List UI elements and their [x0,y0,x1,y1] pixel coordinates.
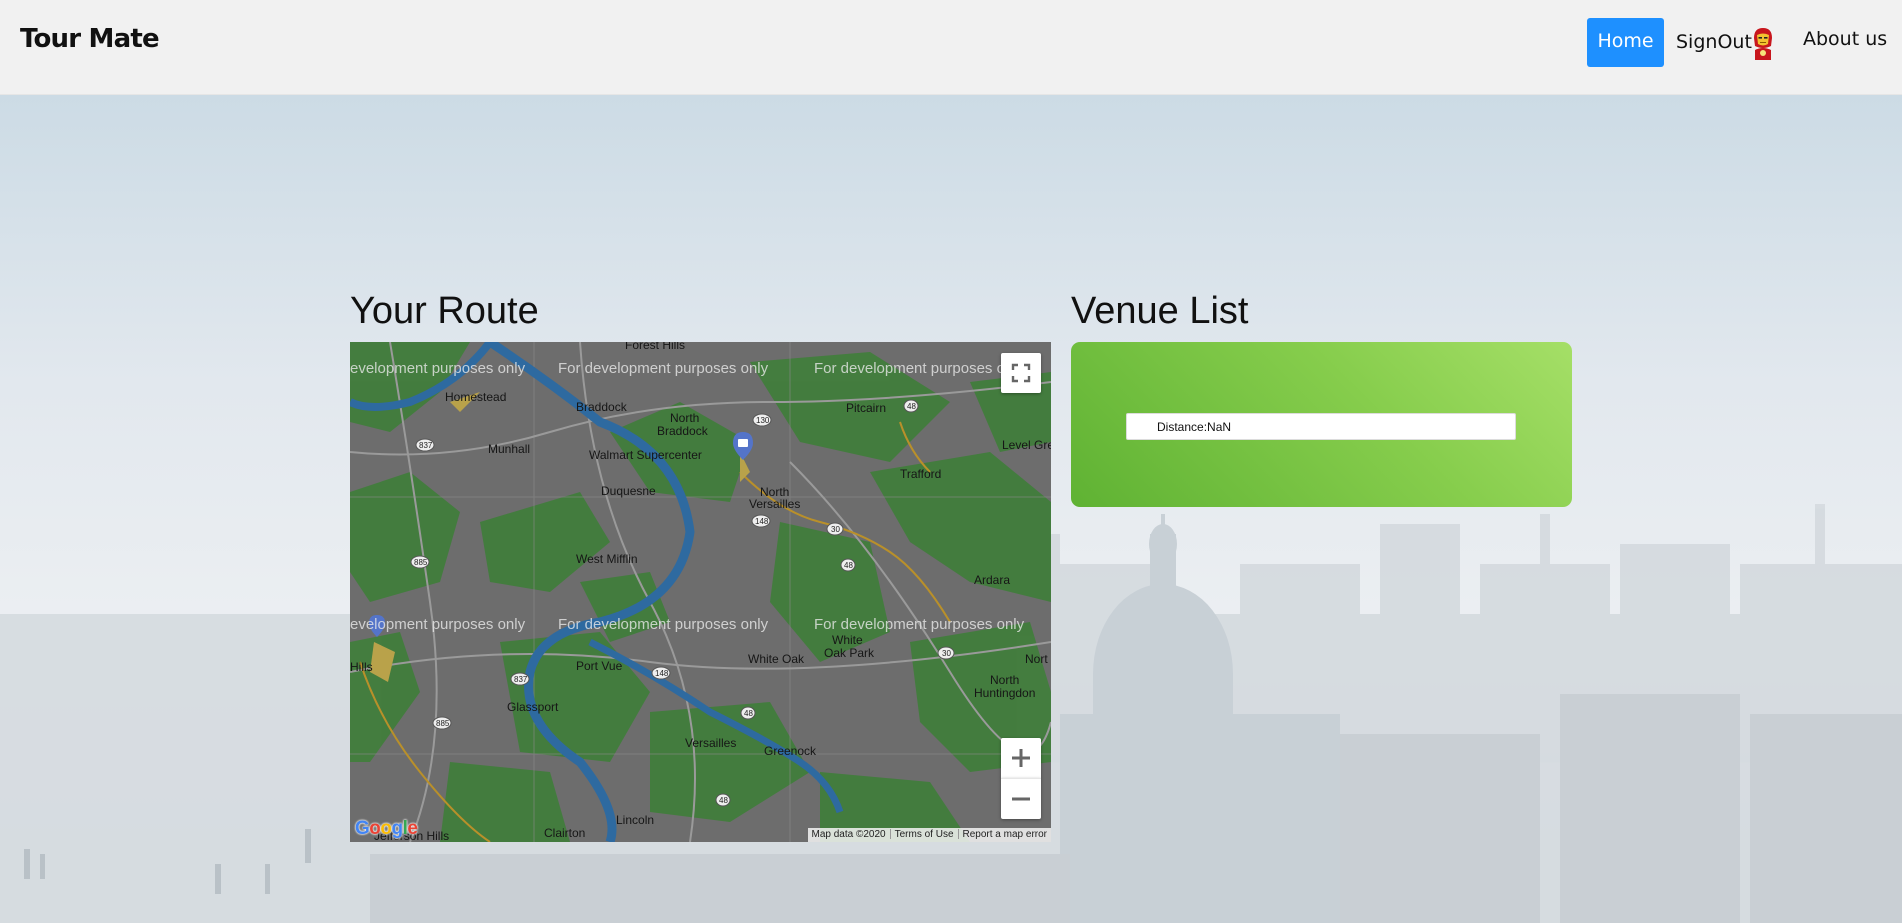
map-label-forest-hills: Forest Hills [625,342,686,352]
map-label-trafford: Trafford [900,467,942,481]
map-label-versailles: Versailles [685,736,737,750]
route-heading: Your Route [350,290,539,332]
svg-text:885: 885 [414,558,428,567]
svg-text:837: 837 [419,441,433,450]
svg-text:48: 48 [719,796,728,805]
map-watermark: evelopment purposes only [350,616,526,633]
map-label-walmart: Walmart Supercenter [589,448,702,462]
map-label-ardara: Ardara [974,573,1011,587]
nav-about-link[interactable]: About us [1803,28,1887,50]
map-label-glassport: Glassport [507,700,559,714]
map-zoom-in-button[interactable] [1001,738,1041,778]
map-label-lincoln: Lincoln [616,813,655,827]
map-label-north-huntingdon-2: Huntingdon [974,686,1036,700]
map-label-greenock: Greenock [764,744,817,758]
google-logo[interactable]: Google [355,818,418,840]
map-label-west-mifflin: West Mifflin [576,552,638,566]
svg-text:30: 30 [831,525,840,534]
map-terrain: 837 130 48 148 30 885 48 837 148 48 30 8… [350,342,1051,842]
fullscreen-icon [1011,363,1031,383]
svg-text:48: 48 [907,402,916,411]
map-watermark: For development purposes only [558,616,769,633]
map-label-north-braddock-1: North [670,411,700,425]
map-label-north-braddock-2: Braddock [657,424,708,438]
venue-heading: Venue List [1071,290,1249,332]
map-watermark: For development purposes o [814,360,1005,377]
minus-icon [1012,797,1030,801]
svg-text:837: 837 [514,675,528,684]
svg-text:30: 30 [942,649,951,658]
map-label-homestead: Homestead [445,390,507,404]
venue-list-panel: Distance:NaN [1071,342,1572,507]
svg-text:48: 48 [744,709,753,718]
terms-of-use-link[interactable]: Terms of Use [891,828,958,842]
map-label-hills: Hills [350,660,373,674]
map-label-white-oak-park-2: Oak Park [824,646,875,660]
svg-text:148: 148 [755,517,769,526]
map-label-munhall: Munhall [488,442,531,456]
map-fullscreen-button[interactable] [1001,353,1041,393]
ironman-avatar-icon[interactable] [1746,26,1780,62]
nav-home-button[interactable]: Home [1587,18,1664,67]
venue-list-item[interactable]: Distance:NaN [1126,413,1516,440]
map-label-nort: Nort [1025,652,1048,666]
map-label-clairton: Clairton [544,826,586,840]
map-label-white-oak: White Oak [748,652,805,666]
svg-text:48: 48 [844,561,853,570]
plus-icon [1012,749,1030,767]
map-watermark: For development purposes only [558,360,769,377]
venue-distance-label: Distance:NaN [1157,420,1232,434]
map-label-white-oak-park-1: White [832,633,863,647]
svg-text:885: 885 [436,719,450,728]
map-label-pitcairn: Pitcairn [846,401,887,415]
nav-signout-link[interactable]: SignOut [1676,31,1752,53]
map-label-duquesne: Duquesne [601,484,656,498]
svg-text:130: 130 [756,416,770,425]
map-label-braddock: Braddock [576,400,627,414]
map-label-north-versailles-2: Versailles [749,497,801,511]
map-watermark: For development purposes only [814,616,1025,633]
map-label-level-green: Level Gre [1002,438,1051,452]
top-navbar: Tour Mate Home SignOut About us [0,0,1902,95]
map-label-port-vue: Port Vue [576,659,623,673]
svg-text:148: 148 [655,669,669,678]
brand-logo[interactable]: Tour Mate [20,24,160,54]
map-zoom-out-button[interactable] [1001,778,1041,819]
map-watermark: evelopment purposes only [350,360,526,377]
map-attribution: Map data ©2020 Terms of Use Report a map e… [807,828,1051,842]
route-map[interactable]: 837 130 48 148 30 885 48 837 148 48 30 8… [350,342,1051,842]
map-label-north-huntingdon-1: North [990,673,1020,687]
map-data-text: Map data ©2020 [811,829,886,840]
report-map-error-link[interactable]: Report a map error [959,828,1051,842]
